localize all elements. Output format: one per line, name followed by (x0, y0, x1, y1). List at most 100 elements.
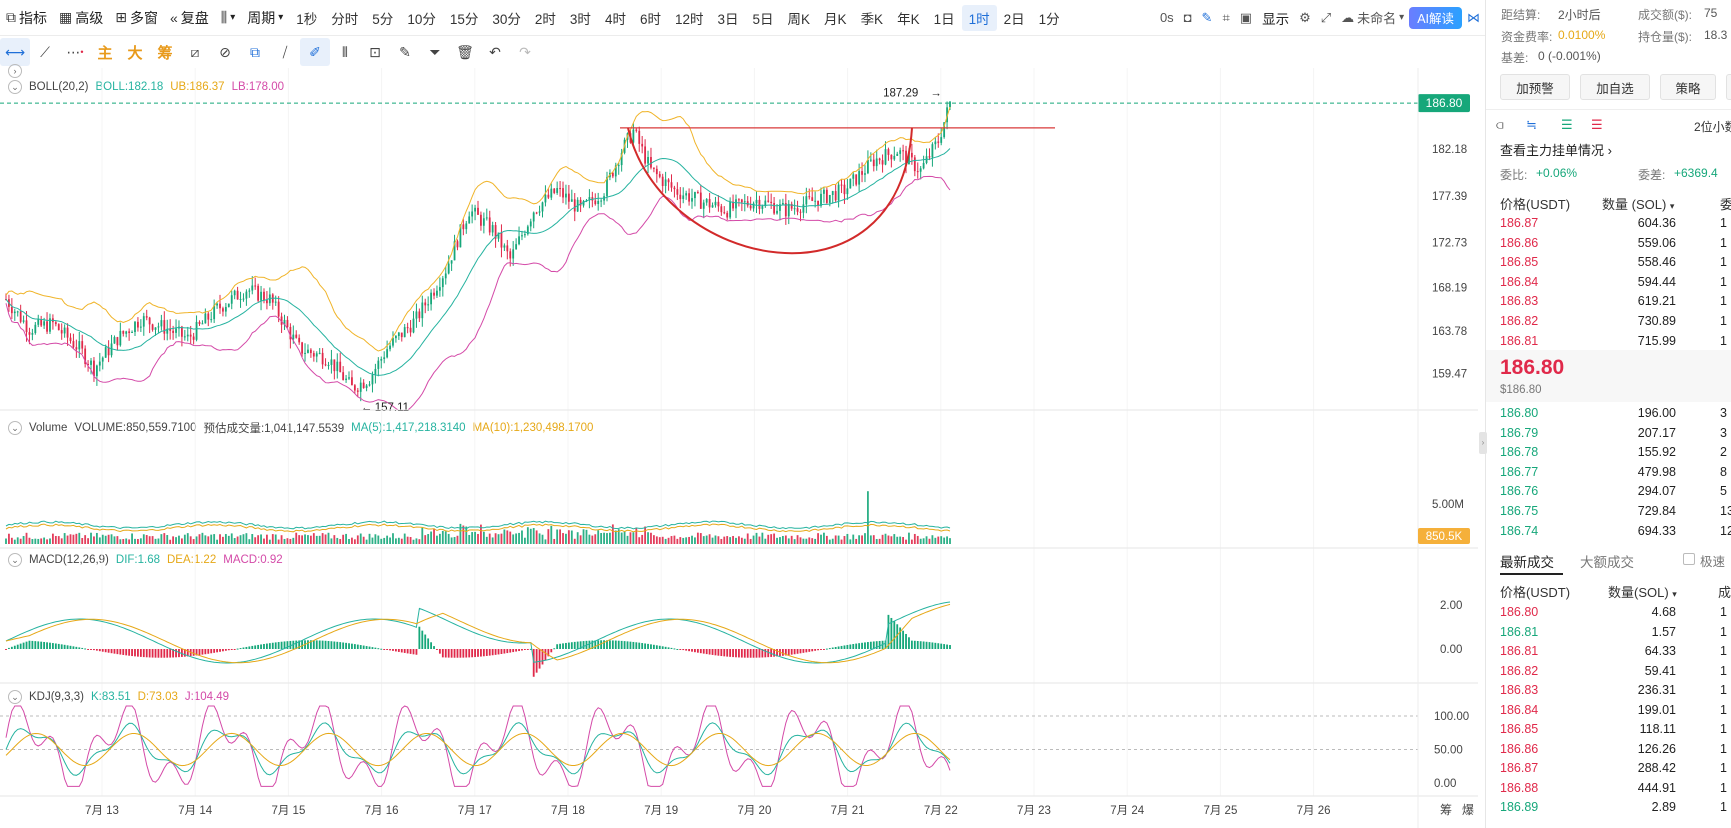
trade-row[interactable]: 186.81 1.57 1 (1494, 623, 1728, 643)
period-13[interactable]: 周K (781, 5, 818, 31)
tab-large-trades[interactable]: 大额成交 (1580, 551, 1634, 571)
ob-mode-asks-icon[interactable]: ☰ (1591, 117, 1603, 133)
ob-header-qty[interactable]: 数量 (SOL) ▾ (1602, 194, 1674, 213)
more-button[interactable] (1726, 74, 1731, 100)
chips-toggle[interactable]: 筹 (150, 38, 180, 66)
cloud-save-button[interactable]: ☁ 未命名 ▾ (1336, 5, 1409, 31)
period-17[interactable]: 1日 (927, 5, 962, 31)
trend-line-tool-icon[interactable]: ⟋ (30, 38, 60, 66)
filter-icon[interactable]: ⏷ (420, 38, 450, 66)
multi-window-button[interactable]: ⊞ 多窗 (109, 5, 164, 31)
trade-row[interactable]: 186.88 444.91 1 (1494, 779, 1728, 799)
camera-icon[interactable]: ◘ (1179, 5, 1197, 31)
period-7[interactable]: 3时 (563, 5, 598, 31)
ask-row[interactable]: 186.84 594.44 1 (1494, 273, 1728, 293)
trade-row[interactable]: 186.80 4.68 1 (1494, 603, 1728, 623)
ask-row[interactable]: 186.87 604.36 1 (1494, 214, 1728, 234)
period-12[interactable]: 5日 (746, 5, 781, 31)
macd-histogram-bar (84, 648, 87, 650)
kline-chart[interactable]: 186.80 187.29 → ← 157.11 182.18 177.39 172.73 16… (0, 68, 1485, 828)
advanced-button[interactable]: ▦ 高级 (53, 5, 109, 31)
ask-row[interactable]: 186.86 559.06 1 (1494, 234, 1728, 254)
period-19[interactable]: 2日 (997, 5, 1032, 31)
period-16[interactable]: 年K (890, 5, 927, 31)
trade-row[interactable]: 186.82 59.41 1 (1494, 662, 1728, 682)
period-10[interactable]: 12时 (668, 5, 711, 31)
horizontal-line-tool-icon[interactable]: ⟷ (0, 38, 30, 66)
ob-mode-split-icon[interactable]: ≒ (1526, 117, 1537, 133)
ai-interpret-button[interactable]: AI解读 (1409, 6, 1462, 29)
lock-icon[interactable]: ⊡ (360, 38, 390, 66)
more-tools-icon[interactable]: ⋯ • (60, 38, 90, 66)
add-alert-button[interactable]: 加预警 (1500, 74, 1570, 100)
period-2[interactable]: 5分 (365, 5, 400, 31)
big-order-toggle[interactable]: 大 (120, 38, 150, 66)
ruler-icon[interactable]: ⧸ (270, 38, 300, 66)
trade-row[interactable]: 186.84 199.01 1 (1494, 701, 1728, 721)
trade-row[interactable]: 186.89 2.89 1 (1494, 798, 1728, 818)
bid-row[interactable]: 186.79 207.17 3 (1494, 424, 1728, 444)
indicators-button[interactable]: ⧉ 指标 (0, 5, 53, 31)
bar-tool-icon[interactable]: ⫴ (330, 38, 360, 66)
trade-row[interactable]: 186.81 64.33 1 (1494, 642, 1728, 662)
ask-row[interactable]: 186.83 619.21 1 (1494, 292, 1728, 312)
period-5[interactable]: 30分 (485, 5, 528, 31)
trade-header-qty[interactable]: 数量(SOL) ▾ (1608, 582, 1677, 601)
add-favorite-button[interactable]: 加自选 (1580, 74, 1650, 100)
redo-icon[interactable]: ↷ (510, 38, 540, 66)
period-4[interactable]: 15分 (443, 5, 486, 31)
candle-type-button[interactable]: ⫼ ▾ (215, 5, 241, 31)
trade-row[interactable]: 186.85 118.11 1 (1494, 720, 1728, 740)
tab-latest-trades[interactable]: 最新成交 (1500, 551, 1554, 571)
period-15[interactable]: 季K (854, 5, 891, 31)
trade-row[interactable]: 186.83 236.31 1 (1494, 681, 1728, 701)
ask-row[interactable]: 186.82 730.89 1 (1494, 312, 1728, 332)
display-button[interactable]: 显示 (1257, 5, 1294, 31)
period-1[interactable]: 分时 (324, 5, 365, 31)
period-dropdown[interactable]: 周期 ▾ (241, 5, 289, 31)
ask-row[interactable]: 186.81 715.99 1 (1494, 332, 1728, 352)
period-20[interactable]: 1分 (1032, 5, 1067, 31)
pen-icon[interactable]: ✎ (1197, 5, 1218, 31)
layers-icon[interactable]: ▣ (1235, 5, 1257, 31)
erase-icon[interactable]: ⊘ (210, 38, 240, 66)
bid-row[interactable]: 186.74 694.33 12 (1494, 522, 1731, 542)
fullscreen-icon[interactable]: ⤢ (1316, 5, 1336, 31)
pencil-icon[interactable]: ✐ (300, 38, 330, 66)
bid-row[interactable]: 186.80 196.00 3 (1494, 404, 1728, 424)
panel-toggle-handle[interactable]: › (1479, 432, 1487, 454)
ask-row[interactable]: 186.85 558.46 1 (1494, 253, 1728, 273)
period-3[interactable]: 10分 (400, 5, 443, 31)
trade-row[interactable]: 186.87 288.42 1 (1494, 759, 1728, 779)
fast-checkbox[interactable] (1683, 553, 1695, 565)
strategy-button[interactable]: 策略 (1660, 74, 1716, 100)
replay-button[interactable]: «复盘 (164, 5, 215, 31)
undo-icon[interactable]: ↶ (480, 38, 510, 66)
copy-icon[interactable]: ⧉ (240, 38, 270, 66)
period-0[interactable]: 1秒 (289, 5, 324, 31)
ob-mode-both-icon[interactable]: ⫏ (1496, 117, 1504, 133)
edit-icon[interactable]: ✎ (390, 38, 420, 66)
mainforce-link[interactable]: 查看主力挂单情况 › (1500, 140, 1612, 159)
period-14[interactable]: 月K (817, 5, 854, 31)
axis-layer: 186.80 187.29 → ← 157.11 182.18 177.39 172.73 16… (0, 68, 1478, 828)
candles-layer (5, 101, 951, 402)
bid-row[interactable]: 186.76 294.07 5 (1494, 482, 1728, 502)
share-icon[interactable]: ⋈ (1462, 5, 1485, 31)
ob-mode-bids-icon[interactable]: ☰ (1561, 117, 1573, 133)
bid-row[interactable]: 186.75 729.84 13 (1494, 502, 1731, 522)
main-chart-toggle[interactable]: 主 (90, 38, 120, 66)
period-11[interactable]: 3日 (711, 5, 746, 31)
crop-icon[interactable]: ⌗ (1217, 5, 1234, 31)
trade-row[interactable]: 186.86 126.26 1 (1494, 740, 1728, 760)
period-18[interactable]: 1时 (961, 4, 997, 31)
bid-row[interactable]: 186.78 155.92 2 (1494, 443, 1728, 463)
bid-row[interactable]: 186.77 479.98 8 (1494, 463, 1728, 483)
settings-icon[interactable]: ⚙ (1294, 5, 1316, 31)
brush-icon[interactable]: ⧄ (180, 38, 210, 66)
precision-dropdown[interactable]: 2位小数 (1694, 118, 1731, 135)
period-6[interactable]: 2时 (528, 5, 563, 31)
period-8[interactable]: 4时 (598, 5, 633, 31)
trash-icon[interactable]: 🗑 (450, 38, 480, 66)
period-9[interactable]: 6时 (633, 5, 668, 31)
